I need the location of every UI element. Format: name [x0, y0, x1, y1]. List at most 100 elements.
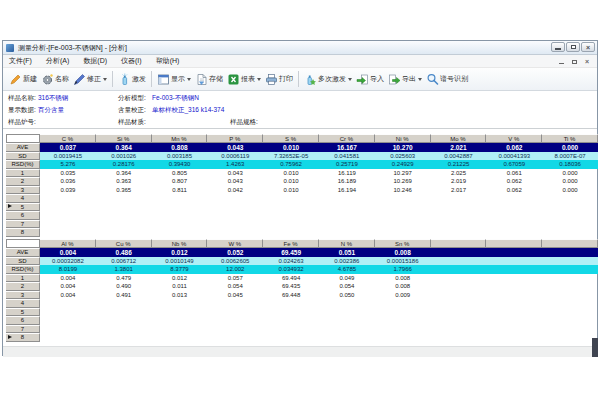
row-header[interactable]: 8: [6, 333, 40, 342]
grid-cell[interactable]: 16.167: [319, 143, 375, 152]
column-header[interactable]: W %: [207, 239, 263, 248]
row-header[interactable]: RSD(%): [6, 265, 40, 274]
column-header[interactable]: Ti %: [542, 134, 598, 143]
grid-cell[interactable]: 69.459: [263, 248, 319, 257]
name-button[interactable]: 名称: [39, 71, 71, 88]
grid-cell[interactable]: 0.052: [207, 248, 263, 257]
grid-cell[interactable]: 0.050: [319, 291, 375, 300]
grid-cell[interactable]: 0.062: [486, 186, 542, 195]
grid-cell[interactable]: [96, 299, 152, 308]
grid-cell[interactable]: [263, 203, 319, 212]
column-header[interactable]: Al %: [40, 239, 96, 248]
grid-cell[interactable]: 0.25719: [319, 160, 375, 169]
grid-cell[interactable]: 0.39430: [152, 160, 208, 169]
import-button[interactable]: 导入: [354, 71, 386, 88]
grid-cell[interactable]: [152, 333, 208, 342]
grid-cell[interactable]: [431, 282, 487, 291]
grid-cell[interactable]: 0.21225: [431, 160, 487, 169]
row-header[interactable]: AVE: [6, 143, 40, 152]
grid-cell[interactable]: [263, 316, 319, 325]
grid-cell[interactable]: [375, 316, 431, 325]
grid-cell[interactable]: 0.054: [207, 282, 263, 291]
grid-cell[interactable]: [431, 220, 487, 229]
grid-cell[interactable]: [319, 333, 375, 342]
grid-cell[interactable]: 2.021: [431, 143, 487, 152]
grid-cell[interactable]: [319, 308, 375, 317]
grid-cell[interactable]: [375, 333, 431, 342]
report-button[interactable]: 报表: [225, 71, 263, 88]
grid-cell[interactable]: 0.811: [152, 186, 208, 195]
grid-cell[interactable]: [96, 194, 152, 203]
grid-cell[interactable]: 1.3801: [96, 265, 152, 274]
grid-cell[interactable]: [152, 325, 208, 334]
grid-cell[interactable]: 0.0062605: [207, 257, 263, 266]
grid-cell[interactable]: [319, 211, 375, 220]
grid-cell[interactable]: 0.004: [40, 282, 96, 291]
grid-cell[interactable]: [486, 203, 542, 212]
grid-cell[interactable]: 0.041581: [319, 152, 375, 161]
grid-cell[interactable]: [542, 282, 598, 291]
grid-cell[interactable]: 0.00032082: [40, 257, 96, 266]
row-header[interactable]: 4: [6, 299, 40, 308]
row-header[interactable]: 6: [6, 316, 40, 325]
grid-cell[interactable]: 0.061: [486, 169, 542, 178]
row-header[interactable]: 3: [6, 186, 40, 195]
grid-cell[interactable]: 0.011: [152, 282, 208, 291]
column-header[interactable]: [431, 239, 487, 248]
grid-cell[interactable]: [207, 308, 263, 317]
column-header[interactable]: [542, 239, 598, 248]
grid-cell[interactable]: [431, 211, 487, 220]
grid-cell[interactable]: [96, 308, 152, 317]
grid-cell[interactable]: 0.010: [263, 186, 319, 195]
grid-cell[interactable]: 69.448: [263, 291, 319, 300]
grid-cell[interactable]: 0.004: [40, 291, 96, 300]
grid-cell[interactable]: [542, 248, 598, 257]
grid-cell[interactable]: [152, 316, 208, 325]
grid-cell[interactable]: [486, 299, 542, 308]
grid-cell[interactable]: 0.18036: [542, 160, 598, 169]
grid-cell[interactable]: [431, 203, 487, 212]
menu-data[interactable]: 数据(D): [83, 56, 107, 66]
grid-cell[interactable]: [40, 299, 96, 308]
grid-cell[interactable]: [263, 211, 319, 220]
grid-cell[interactable]: [40, 203, 96, 212]
grid-cell[interactable]: 10.246: [375, 186, 431, 195]
grid-cell[interactable]: 0.013: [152, 291, 208, 300]
grid-cell[interactable]: [431, 308, 487, 317]
row-header[interactable]: 1: [6, 169, 40, 178]
restore-button[interactable]: [566, 42, 580, 52]
grid-cell[interactable]: [207, 194, 263, 203]
minimize-button[interactable]: [551, 42, 565, 52]
grid-cell[interactable]: [207, 228, 263, 237]
grid-cell[interactable]: 0.054: [319, 282, 375, 291]
row-header[interactable]: 2: [6, 282, 40, 291]
grid-corner[interactable]: [6, 239, 40, 248]
grid-cell[interactable]: [40, 228, 96, 237]
grid-cell[interactable]: 0.042: [207, 186, 263, 195]
grid-cell[interactable]: 0.363: [96, 177, 152, 186]
grid-cell[interactable]: [486, 248, 542, 257]
grid-cell[interactable]: [431, 316, 487, 325]
grid-cell[interactable]: 0.0042887: [431, 152, 487, 161]
column-header[interactable]: Nb %: [152, 239, 208, 248]
grid-cell[interactable]: 0.012: [152, 248, 208, 257]
grid-cell[interactable]: 0.808: [152, 143, 208, 152]
grid-cell[interactable]: [431, 228, 487, 237]
menu-analysis[interactable]: 分析(A): [46, 56, 69, 66]
grid-cell[interactable]: [319, 316, 375, 325]
grid-cell[interactable]: 0.003185: [152, 152, 208, 161]
grid-cell[interactable]: 0.0006119: [207, 152, 263, 161]
grid-cell[interactable]: 0.00041393: [486, 152, 542, 161]
grid-cell[interactable]: [152, 220, 208, 229]
grid-cell[interactable]: [486, 282, 542, 291]
grid-cell[interactable]: 16.194: [319, 186, 375, 195]
mdi-restore-icon[interactable]: [572, 60, 577, 64]
export-button[interactable]: 导出: [386, 71, 424, 88]
grid-cell[interactable]: [207, 316, 263, 325]
grid-cell[interactable]: [152, 228, 208, 237]
row-header[interactable]: AVE: [6, 248, 40, 257]
grid-cell[interactable]: 0.24929: [375, 160, 431, 169]
grid-cell[interactable]: [40, 220, 96, 229]
grid-cell[interactable]: [542, 194, 598, 203]
grid-cell[interactable]: [319, 325, 375, 334]
